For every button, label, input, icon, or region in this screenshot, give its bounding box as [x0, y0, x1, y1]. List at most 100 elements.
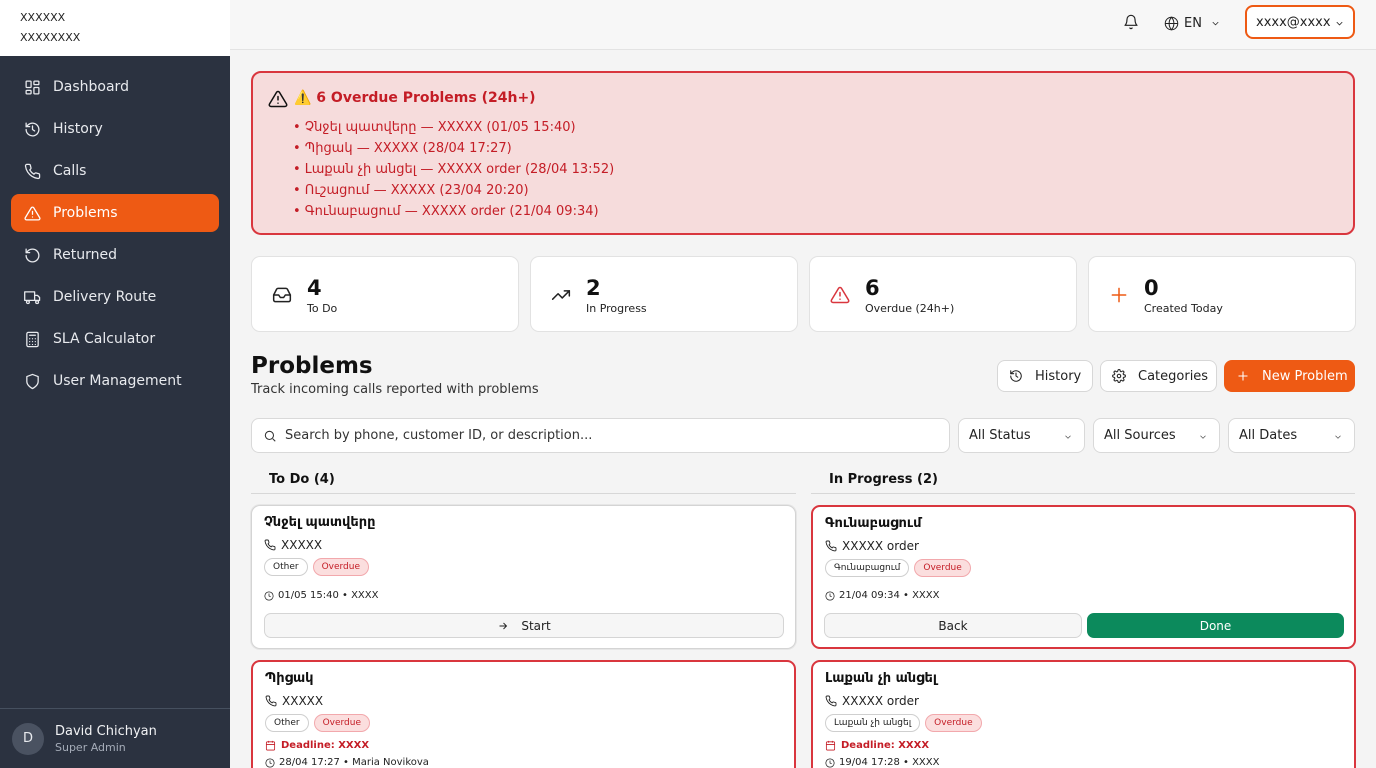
problem-card[interactable]: Պիցակ XXXXX Other Overdue Deadline: XXXX… — [251, 660, 796, 768]
category-badge: Other — [264, 558, 308, 576]
problem-card[interactable]: Չնջել պատվերը XXXXX Other Overdue 01/05 … — [251, 505, 796, 649]
bell-icon[interactable] — [1123, 13, 1139, 31]
phone-icon — [23, 162, 41, 180]
card-phone-text: XXXXX order — [842, 539, 919, 553]
language-label: EN — [1184, 15, 1202, 31]
sidebar-item-label: User Management — [53, 373, 182, 389]
card-deadline-text: Deadline: XXXX — [281, 740, 370, 751]
card-phone: XXXXX order — [825, 539, 919, 553]
card-tags: Other Overdue — [265, 714, 375, 732]
stat-value: 4 — [307, 276, 322, 300]
globe-icon — [1164, 15, 1179, 31]
sidebar-item-calls[interactable]: Calls — [11, 152, 219, 190]
sidebar-item-label: Problems — [53, 205, 118, 221]
overdue-badge: Overdue — [925, 714, 982, 732]
stat-card-todo: 4 To Do — [251, 256, 519, 332]
category-badge: Լաքան չի անցել — [825, 714, 921, 732]
calendar-icon — [265, 740, 276, 751]
history-button[interactable]: History — [997, 360, 1093, 392]
calendar-icon — [825, 740, 836, 751]
done-button[interactable]: Done — [1087, 613, 1344, 638]
sidebar-item-label: Calls — [53, 163, 87, 179]
search-icon — [264, 430, 276, 442]
current-user[interactable]: D David Chichyan Super Admin — [0, 708, 230, 768]
plus-icon — [1238, 371, 1248, 381]
sidebar-nav: Dashboard History Calls Problems Returne… — [0, 56, 230, 400]
sidebar-item-problems[interactable]: Problems — [11, 194, 219, 232]
column-header-in-progress: In Progress (2) — [829, 472, 938, 487]
stat-value: 0 — [1144, 276, 1159, 300]
card-title: Չնջել պատվերը — [264, 515, 376, 530]
language-selector[interactable]: EN — [1164, 12, 1226, 34]
history-icon — [1010, 370, 1022, 382]
stat-label: To Do — [307, 302, 338, 315]
clock-icon — [264, 590, 274, 601]
sidebar-item-dashboard[interactable]: Dashboard — [11, 68, 219, 106]
status-filter[interactable]: All Status — [958, 418, 1085, 453]
chevron-down-icon — [1335, 435, 1341, 439]
card-title: Լաքան չի անցել — [825, 671, 937, 686]
page-subtitle: Track incoming calls reported with probl… — [251, 382, 539, 397]
stat-label: Overdue (24h+) — [865, 302, 955, 315]
brand-line-2: XXXXXXXX — [20, 31, 81, 44]
stat-value: 6 — [865, 276, 880, 300]
date-filter-value: All Dates — [1239, 428, 1298, 443]
card-phone-text: XXXXX — [281, 538, 323, 552]
truck-icon — [23, 288, 41, 306]
date-filter[interactable]: All Dates — [1228, 418, 1355, 453]
back-button[interactable]: Back — [824, 613, 1082, 638]
card-title: Գունաբացում — [825, 516, 922, 531]
problem-card[interactable]: Լաքան չի անցել XXXXX order Լաքան չի անցե… — [811, 660, 1356, 768]
chevron-down-icon — [1212, 21, 1219, 25]
sidebar-item-sla-calculator[interactable]: SLA Calculator — [11, 320, 219, 358]
sidebar-item-label: Dashboard — [53, 79, 129, 95]
arrow-right-icon — [499, 622, 508, 629]
chevron-down-icon — [1336, 21, 1343, 26]
overdue-badge: Overdue — [312, 558, 370, 576]
history-icon — [23, 120, 41, 138]
column-divider — [811, 493, 1355, 494]
new-problem-button[interactable]: New Problem — [1224, 360, 1355, 392]
sidebar-item-history[interactable]: History — [11, 110, 219, 148]
chevron-down-icon — [1065, 435, 1071, 439]
card-meta: 21/04 09:34 • XXXX — [825, 590, 939, 601]
sidebar-item-label: SLA Calculator — [53, 331, 156, 347]
card-phone-text: XXXXX — [282, 694, 324, 708]
search-box — [251, 418, 950, 453]
start-button[interactable]: Start — [264, 613, 784, 638]
start-button-label: Start — [521, 618, 551, 633]
sidebar-item-returned[interactable]: Returned — [11, 236, 219, 274]
column-divider — [251, 493, 796, 494]
phone-icon — [265, 695, 277, 707]
alert-item: • Ուշացում — XXXXX (23/04 20:20) — [293, 183, 529, 198]
top-bar: EN xxxx@xxxx — [230, 0, 1376, 50]
category-badge: Other — [265, 714, 309, 732]
source-filter[interactable]: All Sources — [1093, 418, 1220, 453]
overdue-badge: Overdue — [914, 559, 971, 577]
card-phone: XXXXX — [264, 538, 322, 552]
alert-item: • Գունաբացում — XXXXX order (21/04 09:34… — [293, 204, 599, 219]
sidebar-item-label: Returned — [53, 247, 117, 263]
card-phone-text: XXXXX order — [842, 694, 919, 708]
gear-icon — [1112, 369, 1126, 383]
inbox-icon — [272, 285, 292, 305]
account-selector[interactable]: xxxx@xxxx — [1245, 5, 1355, 39]
card-deadline: Deadline: XXXX — [265, 740, 369, 751]
categories-button[interactable]: Categories — [1100, 360, 1217, 392]
plus-icon — [1109, 285, 1129, 305]
page-title: Problems — [251, 353, 373, 379]
card-meta: 01/05 15:40 • XXXX — [264, 590, 378, 601]
sidebar-item-user-management[interactable]: User Management — [11, 362, 219, 400]
overdue-alert: ⚠️ 6 Overdue Problems (24h+) • Չնջել պատ… — [251, 71, 1355, 235]
clock-icon — [265, 757, 275, 768]
alert-title: ⚠️ 6 Overdue Problems (24h+) — [294, 90, 536, 106]
card-meta-text: 21/04 09:34 • XXXX — [839, 590, 940, 601]
problem-card[interactable]: Գունաբացում XXXXX order Գունաբացում Over… — [811, 505, 1356, 649]
sidebar-item-delivery-route[interactable]: Delivery Route — [11, 278, 219, 316]
user-name: David Chichyan — [55, 723, 157, 739]
chevron-down-icon — [1200, 435, 1206, 439]
new-problem-label: New Problem — [1262, 368, 1348, 384]
search-input[interactable] — [285, 419, 925, 452]
card-phone: XXXXX order — [825, 694, 919, 708]
alert-list: • Չնջել պատվերը — XXXXX (01/05 15:40) • … — [293, 117, 614, 222]
